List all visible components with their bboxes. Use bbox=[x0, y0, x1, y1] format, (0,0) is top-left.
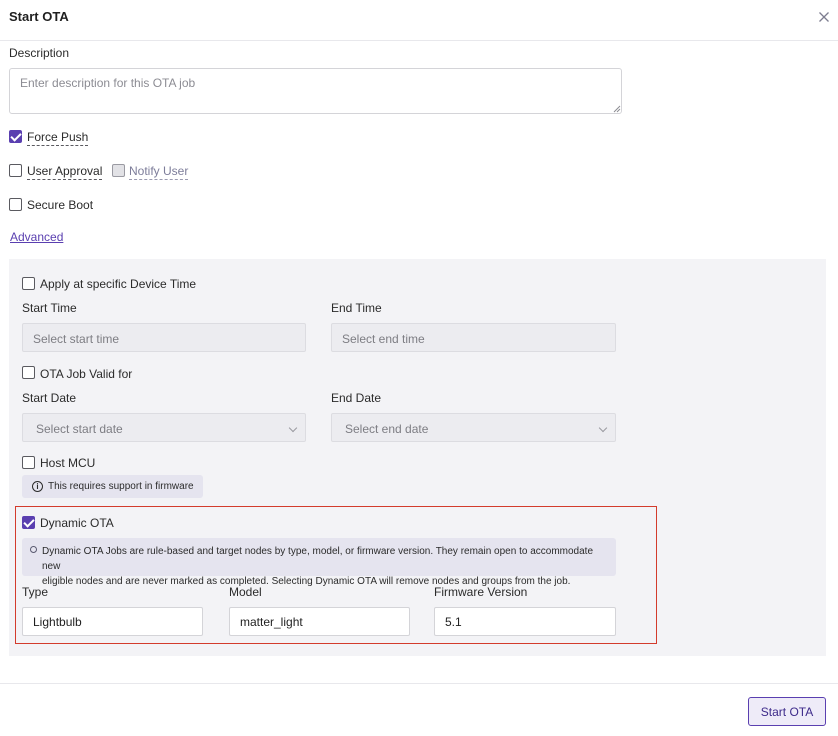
chevron-down-icon bbox=[598, 423, 608, 433]
start-date-select[interactable]: Select start date bbox=[22, 413, 306, 442]
dialog-title: Start OTA bbox=[9, 9, 69, 24]
start-ota-button[interactable]: Start OTA bbox=[748, 697, 826, 726]
description-label: Description bbox=[9, 46, 70, 60]
type-input[interactable] bbox=[22, 607, 203, 636]
host-mcu-info-text: This requires support in firmware bbox=[48, 481, 194, 492]
valid-for-label: OTA Job Valid for bbox=[40, 367, 133, 381]
end-time-input[interactable]: Select end time bbox=[331, 323, 616, 352]
start-date-placeholder: Select start date bbox=[36, 422, 123, 436]
host-mcu-info: i This requires support in firmware bbox=[22, 475, 203, 498]
dynamic-ota-info: Dynamic OTA Jobs are rule-based and targ… bbox=[22, 538, 616, 587]
user-approval-label: User Approval bbox=[27, 164, 103, 180]
start-time-input[interactable]: Select start time bbox=[22, 323, 306, 352]
start-time-label: Start Time bbox=[22, 301, 77, 315]
end-date-select[interactable]: Select end date bbox=[331, 413, 616, 442]
host-mcu-checkbox[interactable] bbox=[22, 456, 35, 469]
footer-divider bbox=[0, 683, 838, 684]
secure-boot-label: Secure Boot bbox=[27, 198, 94, 212]
secure-boot-checkbox[interactable] bbox=[9, 198, 22, 211]
end-time-label: End Time bbox=[331, 301, 382, 315]
notify-user-label: Notify User bbox=[129, 164, 189, 180]
valid-for-checkbox[interactable] bbox=[22, 366, 35, 379]
model-input[interactable] bbox=[229, 607, 410, 636]
host-mcu-label: Host MCU bbox=[40, 456, 96, 470]
force-push-checkbox[interactable] bbox=[9, 130, 22, 143]
close-icon[interactable] bbox=[816, 9, 832, 25]
dynamic-ota-checkbox[interactable] bbox=[22, 516, 35, 529]
info-icon: i bbox=[32, 481, 43, 492]
end-date-placeholder: Select end date bbox=[345, 422, 429, 436]
type-label: Type bbox=[22, 585, 49, 599]
device-time-label: Apply at specific Device Time bbox=[40, 277, 197, 291]
dialog-header: Start OTA bbox=[0, 0, 838, 41]
description-input[interactable] bbox=[9, 68, 622, 114]
force-push-label: Force Push bbox=[27, 130, 89, 146]
advanced-link[interactable]: Advanced bbox=[10, 230, 63, 244]
resize-grip-icon[interactable] bbox=[613, 105, 621, 113]
firmware-version-label: Firmware Version bbox=[434, 585, 528, 599]
chevron-down-icon bbox=[288, 423, 298, 433]
dynamic-ota-label: Dynamic OTA bbox=[40, 516, 114, 530]
firmware-version-input[interactable] bbox=[434, 607, 616, 636]
start-date-label: Start Date bbox=[22, 391, 77, 405]
dynamic-ota-info-line-1: Dynamic OTA Jobs are rule-based and targ… bbox=[42, 546, 594, 572]
notify-user-checkbox bbox=[112, 164, 125, 177]
end-date-label: End Date bbox=[331, 391, 382, 405]
device-time-checkbox[interactable] bbox=[22, 277, 35, 290]
info-icon bbox=[30, 546, 37, 553]
model-label: Model bbox=[229, 585, 262, 599]
user-approval-checkbox[interactable] bbox=[9, 164, 22, 177]
